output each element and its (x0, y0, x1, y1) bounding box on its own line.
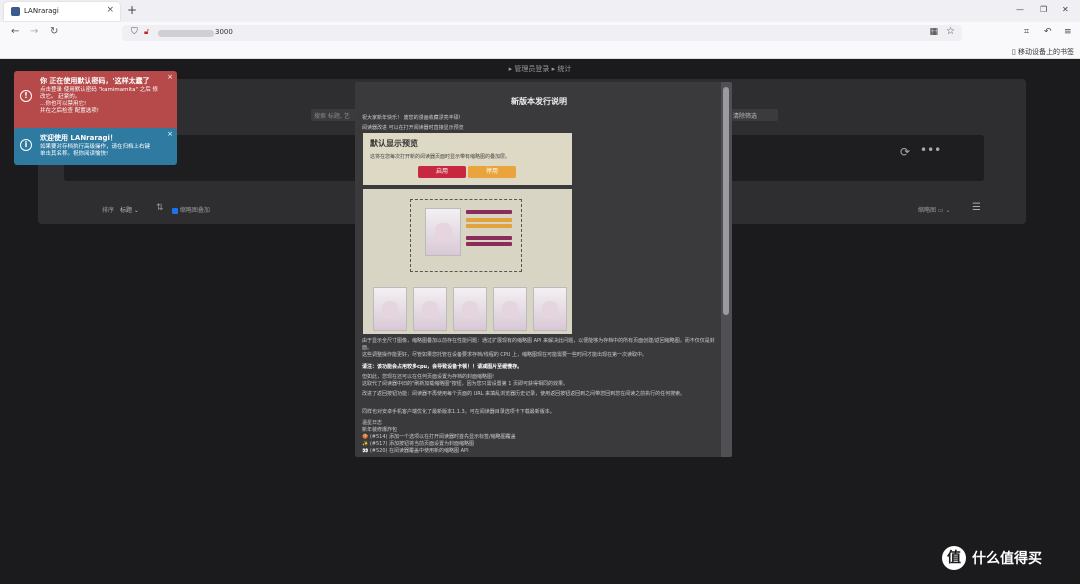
lanraragi-favicon-icon (11, 7, 20, 16)
restore-icon[interactable]: ❐ (1040, 5, 1047, 14)
page-thumbnail (453, 287, 487, 331)
page-thumbnail (493, 287, 527, 331)
forward-icon[interactable]: → (30, 26, 38, 37)
modal-paragraph: 同样也对安卓手机客户端优化了最新版本1.1.3。可在阅读器目录选项卡下载最新版本… (362, 409, 555, 415)
watermark-logo: 值 (942, 546, 966, 570)
page-thumbnail (413, 287, 447, 331)
info-bar (466, 210, 512, 214)
search-input[interactable]: 搜索 标题, 艺 (311, 109, 357, 121)
modal-paragraph: 但如此，您现在还可以在任何页面设置为存档的封面缩略图! (362, 374, 495, 380)
tab-title: LANraragi (24, 7, 59, 15)
bookmark-star-icon[interactable]: ☆ (946, 26, 955, 37)
mobile-bookmarks-label: 移动设备上的书签 (1018, 48, 1074, 56)
info-bar (466, 218, 512, 222)
shield-icon[interactable]: ⛉ (131, 27, 138, 37)
watermark-text: 什么值得买 (972, 551, 1042, 567)
refresh-icon[interactable]: ⟳ (900, 145, 910, 159)
view-mode-label: 缩略图 (918, 207, 937, 214)
warning-toast: × ! 你 正在使用默认密码，'这样太蠢了 点击登录 使用默认密码 "kamim… (14, 71, 177, 135)
thumb-overlay-label: 缩略图叠加 (179, 207, 210, 214)
list-view-icon[interactable]: ☰ (972, 202, 981, 213)
new-tab-button[interactable]: + (127, 3, 137, 17)
browser-tabbar: LANraragi × + — ❐ ✕ (0, 0, 1080, 22)
release-notes-modal: 新版本发行说明 祝大家新年快乐！ 废您的漫画收藏漂亮丰硕! 阅读器改进 可以在打… (355, 82, 732, 457)
changelog-item: 👀 (#520) 在阅读器覆盖中使用新的缩略图 API (362, 448, 469, 454)
changelog-subtitle: 新年装修爆炸包 (362, 427, 398, 433)
default-preview-screenshot: 默认显示预览 这将在您每次打开新的阅读器页面时显示带有缩略图的叠加层。 启用 停… (363, 133, 572, 185)
sort-value: 标题 (120, 207, 133, 214)
reload-icon[interactable]: ↻ (50, 26, 58, 37)
modal-paragraph: 改进了返回按钮功能：阅读器不再使用每个页面的 URL 来填乱浏览器历史记录，使用… (362, 391, 686, 397)
preview-box-subtitle: 这将在您每次打开新的阅读器页面时显示带有缩略图的叠加层。 (370, 154, 511, 160)
archive-preview-frame (410, 199, 522, 272)
thumb-overlay-checkbox[interactable]: 缩略图叠加 (172, 205, 210, 214)
sort-label: 排序 (102, 207, 115, 214)
changelog-item: 🍪 (#514) 添加一个选项以在打开阅读器时首先显示标签/缩略图覆盖 (362, 434, 516, 440)
toast-line: 单击其名称。祝你阅读愉快! (40, 151, 109, 157)
info-toast: × i 欢迎使用 LANraragi！ 如果要对存档执行高级操作，请在归档上右键… (14, 128, 177, 165)
modal-paragraph: 这取代了阅读器中旧的"刷新加载缩略图"按钮，因为您只需设置第 1 页即可获得相同… (362, 381, 568, 387)
info-bar (466, 224, 512, 228)
minimize-icon[interactable]: — (1016, 5, 1024, 14)
info-bar (466, 242, 512, 246)
page-thumbnail (533, 287, 567, 331)
lanraragi-page: ▸ 管理员登录 ▸ 统计 搜索 标题, 艺 清除筛选 ⟳ ••• 排序 标题 ⌄… (0, 59, 1080, 584)
close-window-icon[interactable]: ✕ (1062, 5, 1069, 14)
info-icon: i (20, 139, 32, 151)
modal-intro: 祝大家新年快乐！ 废您的漫画收藏漂亮丰硕! (362, 115, 461, 121)
checkbox-checked-icon[interactable] (172, 207, 178, 214)
menu-icon[interactable]: ≡ (1064, 27, 1072, 37)
close-toast-icon[interactable]: × (167, 130, 173, 138)
toast-line: 如果要对存档执行高级操作，请在归档上右键 (40, 144, 151, 150)
modal-scrollbar-thumb[interactable] (723, 87, 729, 315)
toast-line: …你也可以禁用它! (40, 101, 87, 107)
modal-warning: 请注：该功能会占用较多cpu，会导致设备卡顿！！请减图片至缓慢存。 (362, 364, 523, 370)
toast-line: 并在之后检查 配置选项! (40, 108, 99, 114)
toast-title: 你 正在使用默认密码，'这样太蠢了 (40, 77, 150, 85)
preview-box-title: 默认显示预览 (370, 139, 418, 148)
crop-icon[interactable]: ⌗ (1024, 27, 1029, 37)
disable-button[interactable]: 停用 (468, 166, 516, 178)
changelog-item: ✨ (#517) 添加按钮将当前页面设置为封面缩略图 (362, 441, 475, 447)
close-tab-icon[interactable]: × (106, 5, 114, 15)
cover-image (425, 208, 461, 256)
modal-paragraph: 这些调整操作能更好，尽管如果您托管在设备要求存档/线程的 CPU 上，缩略图现在… (362, 352, 648, 358)
qr-code-icon[interactable]: ▦ (929, 27, 938, 37)
clear-filter-button[interactable]: 清除筛选 (728, 109, 778, 121)
mobile-bookmarks-link[interactable]: ▯ 移动设备上的书签 (1012, 47, 1074, 57)
toast-line: 改它。 赶紧的。 (40, 94, 81, 100)
close-toast-icon[interactable]: × (167, 73, 173, 81)
view-mode-select[interactable]: 缩略图 ▭ ⌄ (918, 205, 951, 214)
archive-info-preview (466, 206, 517, 253)
reader-overlay-screenshot (363, 189, 572, 334)
undo-icon[interactable]: ↶ (1044, 27, 1052, 37)
toast-title: 欢迎使用 LANraragi！ (40, 134, 117, 142)
modal-title: 新版本发行说明 (511, 97, 567, 106)
url-host-redacted (158, 30, 214, 37)
sort-order-icon[interactable]: ⇅ (156, 203, 164, 213)
more-options-icon[interactable]: ••• (920, 143, 941, 157)
changelog-title: 温星日志 (362, 420, 383, 426)
toast-line[interactable]: 点击登录 使用默认密码 "kamimamita" 之后 修 (40, 87, 172, 94)
bookmarks-bar: ▯ 移动设备上的书签 (0, 44, 1080, 59)
insecure-lock-icon[interactable]: 🔓︎ (144, 27, 149, 37)
shield-warning-icon: ! (20, 90, 32, 102)
info-bar (466, 236, 512, 240)
modal-paragraph: 由于显示全尺寸图像，缩略图叠加以前存在性能问题：通过扩展现有的缩略图 API 来… (362, 338, 715, 351)
enable-button[interactable]: 启用 (418, 166, 466, 178)
browser-navbar: ← → ↻ ⛉ 🔓︎ 3000 ▦ ☆ (0, 22, 1080, 44)
page-thumbnail (373, 287, 407, 331)
preview-note: 阅读器改进 可以在打开阅读器时直接显示预览 (362, 125, 464, 131)
back-icon[interactable]: ← (11, 26, 19, 37)
watermark: 值 什么值得买 (942, 546, 1072, 578)
url-port: 3000 (215, 28, 233, 36)
address-bar[interactable]: ⛉ 🔓︎ 3000 ▦ ☆ (122, 25, 962, 41)
browser-tab[interactable]: LANraragi × (4, 2, 120, 21)
sort-select[interactable]: 标题 ⌄ (120, 205, 139, 214)
